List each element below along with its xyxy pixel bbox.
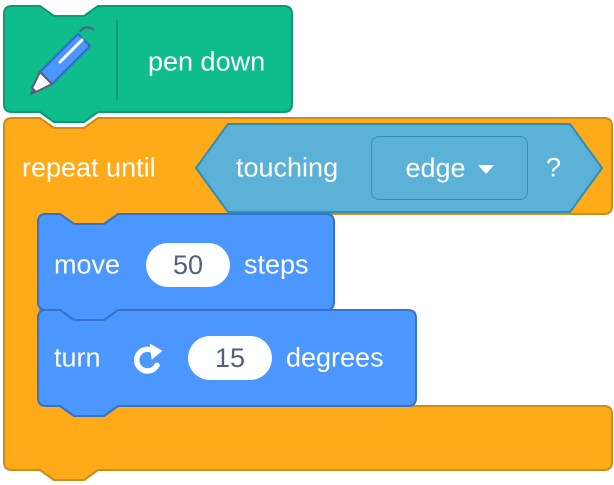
rotate-clockwise-icon [134,343,163,374]
repeat-until-label: repeat until [22,152,156,183]
chevron-down-icon [477,165,494,174]
turn-degrees-input[interactable]: 15 [188,336,272,380]
move-label: move [54,249,121,280]
move-steps-label: steps [244,249,309,280]
touching-label: touching [236,152,339,183]
pen-down-label: pen down [148,46,266,77]
touching-question-mark: ? [546,152,562,183]
move-steps-input[interactable]: 50 [146,243,230,287]
turn-label: turn [54,342,101,373]
edge-dropdown[interactable]: edge [371,136,528,200]
dropdown-value: edge [405,152,466,183]
turn-degrees-label: degrees [286,342,384,373]
pen-icon [30,26,95,96]
